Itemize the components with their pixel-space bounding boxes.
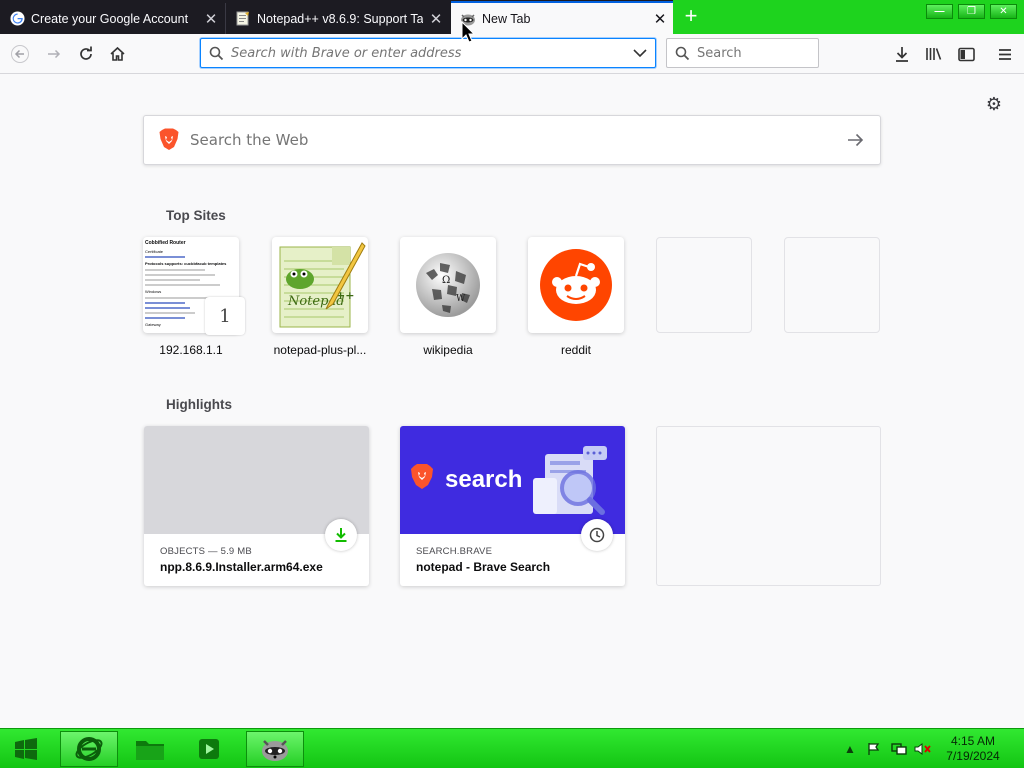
minimize-button[interactable]: — [926,4,953,19]
site-label: 192.168.1.1 [159,343,223,357]
sidebar-icon[interactable] [952,40,980,68]
site-thumbnail[interactable]: Notepad ++ [272,237,368,333]
media-player-icon [199,739,219,759]
search-icon [667,46,697,61]
tab-notepad-plus[interactable]: Notepad++ v8.6.9: Support Tar ✕ [225,3,449,34]
empty-site-placeholder[interactable] [656,237,752,333]
volume-muted-icon[interactable] [912,729,934,768]
highlights-heading: Highlights [166,397,232,412]
clock-icon [581,519,613,551]
search-icon [201,46,231,61]
address-bar[interactable] [200,38,656,68]
menu-hamburger-icon[interactable] [991,40,1019,68]
navigation-toolbar [0,34,1024,74]
empty-site-placeholder[interactable] [784,237,880,333]
web-search-input[interactable] [190,131,830,149]
top-site-192-168-1-1[interactable]: Cobbified Router Certificate Protocols s… [143,237,245,357]
download-icon [325,519,357,551]
close-tab-icon[interactable]: ✕ [647,10,673,28]
highlight-card-brave-search[interactable]: search SEARCH.BRAVE notepad - Brave Sear… [400,426,625,586]
svg-text:W: W [456,294,466,304]
action-center-flag-icon[interactable] [864,729,884,768]
highlight-image-placeholder [144,426,369,534]
tab-new-tab[interactable]: New Tab ✕ [451,1,673,34]
forward-arrow-icon[interactable] [40,40,68,68]
home-icon[interactable] [103,40,131,68]
close-window-button[interactable]: ✕ [990,4,1017,19]
highlight-title: npp.8.6.9.Installer.arm64.exe [160,560,323,574]
highlight-context: SEARCH.BRAVE [416,546,493,557]
close-tab-icon[interactable]: ✕ [198,10,224,28]
mouse-cursor-icon [461,20,476,46]
back-arrow-icon[interactable] [6,40,34,68]
brave-lion-icon [158,127,180,154]
site-label: notepad-plus-pl... [273,343,367,357]
arrow-right-icon[interactable] [830,133,880,147]
new-tab-plus-icon[interactable]: + [680,5,702,28]
brave-search-thumbnail: search [400,426,625,534]
tab-label: New Tab [482,11,531,26]
notepad-plus-plus-logo-icon: Notepad ++ [279,242,366,328]
top-sites-heading: Top Sites [166,208,226,223]
pinned-number-badge: 1 [205,297,245,335]
search-bar[interactable] [666,38,819,68]
tab-google-account[interactable]: Create your Google Account ✕ [0,3,224,34]
taskbar-media-player[interactable] [180,731,238,767]
library-icon[interactable] [920,40,948,68]
address-input[interactable] [231,40,625,66]
internet-explorer-icon [75,737,103,761]
chevron-down-icon[interactable] [625,48,655,58]
downloads-icon[interactable] [888,40,916,68]
reddit-logo-icon [540,249,612,321]
tab-label: Create your Google Account [31,11,189,26]
notepad-icon [235,11,251,27]
taskbar: ▲ 4:15 AM 7/19/2024 [0,728,1024,768]
show-hidden-icons-chevron-icon[interactable]: ▲ [843,729,857,768]
windows-logo-icon [15,738,37,760]
web-search-box[interactable] [143,115,881,165]
taskbar-file-explorer[interactable] [121,731,179,767]
highlight-context: OBJECTS — 5.9 MB [160,546,252,557]
top-site-notepad-plus-plus[interactable]: Notepad ++ notepad-plus-pl... [272,237,368,357]
tab-label: Notepad++ v8.6.9: Support Tar [257,11,423,26]
taskbar-internet-explorer[interactable] [60,731,118,767]
clock-time: 4:15 AM [950,734,996,748]
site-label: reddit [560,343,592,357]
raccoon-icon [262,740,288,761]
brave-search-wordmark: search [445,466,522,493]
highlight-card-download[interactable]: OBJECTS — 5.9 MB npp.8.6.9.Installer.arm… [144,426,369,586]
clock-date: 7/19/2024 [946,749,1000,763]
google-icon [9,11,25,27]
network-icon[interactable] [888,729,910,768]
gear-icon[interactable]: ⚙ [984,94,1004,114]
wikipedia-globe-icon: Ω W [416,253,480,317]
top-site-reddit[interactable]: reddit [528,237,624,357]
highlight-empty-slot [656,426,881,586]
restore-button[interactable]: ❐ [958,4,985,19]
taskbar-browser[interactable] [246,731,304,767]
highlight-title: notepad - Brave Search [416,560,551,574]
system-clock[interactable]: 4:15 AM 7/19/2024 [938,734,1008,764]
top-site-empty-slot[interactable] [784,237,880,333]
site-label: wikipedia [423,343,473,357]
start-button[interactable] [0,731,52,767]
top-site-wikipedia[interactable]: Ω W wikipedia [400,237,496,357]
folder-icon [136,741,164,760]
reload-icon[interactable] [72,40,100,68]
svg-text:Ω: Ω [442,275,450,286]
close-tab-icon[interactable]: ✕ [423,10,449,28]
site-thumbnail[interactable]: Ω W [400,237,496,333]
search-input[interactable] [697,45,818,61]
site-thumbnail[interactable] [528,237,624,333]
top-site-empty-slot[interactable] [656,237,752,333]
